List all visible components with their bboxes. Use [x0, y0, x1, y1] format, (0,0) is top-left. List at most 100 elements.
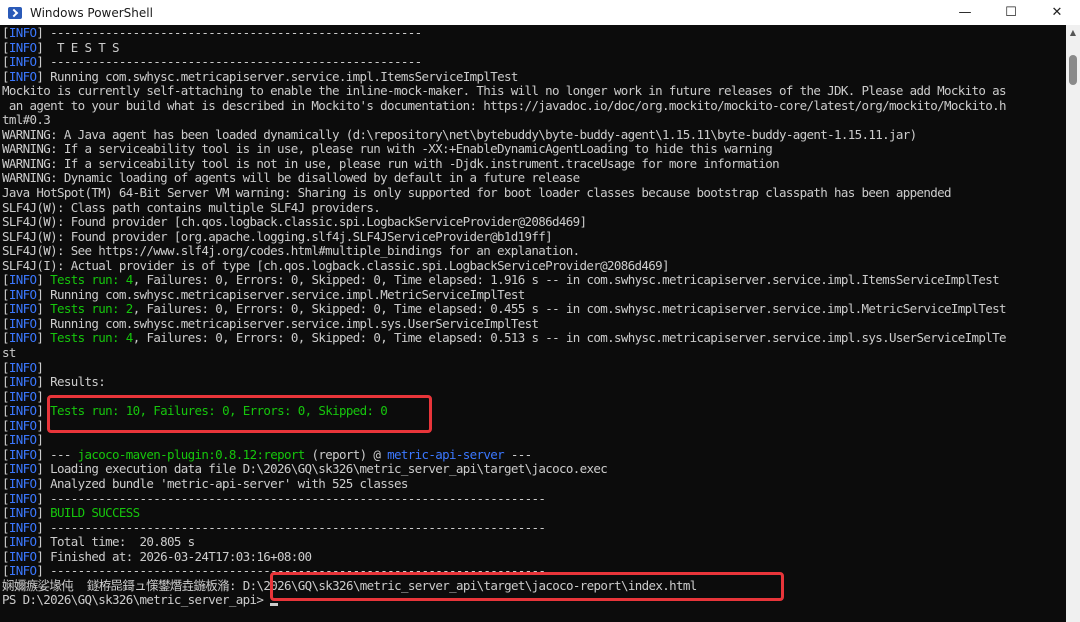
console-text: ]	[36, 388, 44, 404]
console-line: tml#0.3	[2, 113, 1006, 128]
console-line: [INFO] T E S T S	[2, 39, 1006, 56]
console-text: ]	[36, 417, 44, 433]
console-text: [	[2, 301, 10, 317]
console-text: INFO	[8, 315, 37, 331]
console-text: metric-api-server	[387, 446, 505, 462]
console-line: WARNING: A Java agent has been loaded dy…	[2, 126, 1006, 143]
console-text: [	[2, 315, 10, 331]
console-text: [	[2, 519, 10, 535]
scroll-up-arrow-icon[interactable]: ▲	[1066, 25, 1080, 39]
console-text: [	[2, 374, 10, 390]
console-text: ] Finished at: 2026-03-24T17:03:16+08:00	[36, 548, 312, 564]
console-line: SLF4J(W): Found provider [org.apache.log…	[2, 228, 1006, 245]
console-text: INFO	[8, 301, 37, 317]
console-text: Tests run: 2	[50, 301, 133, 317]
console-line: [INFO] ---------------------------------…	[2, 25, 1006, 41]
console-line: [INFO]	[2, 433, 1006, 448]
console-text: [	[2, 39, 10, 55]
console-line: WARNING: If a serviceability tool is not…	[2, 155, 1006, 172]
console-line: [INFO] Analyzed bundle 'metric-api-serve…	[2, 475, 1006, 492]
scroll-thumb[interactable]	[1069, 55, 1077, 85]
console-text: ] ---	[36, 446, 78, 462]
console-text: [	[2, 534, 10, 550]
console-text: INFO	[8, 39, 37, 55]
console-text: ]	[36, 505, 51, 521]
console-text: Tests run: 4	[50, 330, 133, 346]
console-line: [INFO] Total time: 20.805 s	[2, 534, 1006, 550]
console-line: st	[2, 345, 1006, 361]
console-text: ]	[36, 359, 44, 375]
console-line: [INFO] Running com.swhysc.metricapiserve…	[2, 286, 1006, 303]
console-line: SLF4J(W): Class path contains multiple S…	[2, 200, 1006, 216]
console-lines: [INFO] ---------------------------------…	[2, 25, 1007, 608]
console-text: ] Running com.swhysc.metricapiserver.ser…	[36, 286, 525, 302]
console-line: [INFO] ---------------------------------…	[2, 54, 1006, 70]
console-text: BUILD SUCCESS	[50, 505, 140, 521]
console-text: INFO	[8, 359, 37, 375]
console-text: ]	[36, 432, 44, 448]
console-text: ] --------------------------------------…	[36, 490, 546, 506]
console-text: ---	[503, 446, 532, 462]
console-text: [	[2, 461, 10, 477]
console-text: INFO	[8, 548, 37, 564]
console-text: [	[2, 25, 10, 40]
console-text: WARNING: If a serviceability tool is not…	[2, 155, 780, 171]
console-text: SLF4J(W): Found provider [org.apache.log…	[2, 228, 553, 244]
console-text: [	[2, 330, 10, 346]
console-line: SLF4J(W): Found provider [ch.qos.logback…	[2, 214, 1006, 230]
console-text: INFO	[8, 475, 37, 491]
console-line: an agent to your build what is described…	[2, 98, 1007, 114]
console-text: ] --------------------------------------…	[36, 519, 546, 535]
console-text: ] Running com.swhysc.metricapiserver.ser…	[36, 68, 518, 84]
console-line: [INFO]	[2, 359, 1006, 376]
console-text: jacoco-maven-plugin:0.8.12:report	[77, 446, 306, 462]
console-text: [	[2, 490, 10, 506]
console-text: , Failures: 0, Errors: 0, Skipped: 0, Ti…	[132, 301, 1007, 317]
console-text: SLF4J(W): See https://www.slf4j.org/code…	[2, 243, 580, 259]
console-text: [	[2, 563, 10, 579]
console-text: INFO	[8, 563, 37, 579]
console-text: INFO	[8, 490, 37, 506]
maximize-button[interactable]: ☐	[988, 0, 1034, 25]
minimize-button[interactable]: —	[942, 0, 988, 25]
console-line: [INFO] Loading execution data file D:\20…	[2, 462, 1006, 477]
console-text: SLF4J(W): Found provider [ch.qos.logback…	[2, 214, 587, 230]
console-text: [	[2, 475, 10, 491]
highlight-box-test-summary	[47, 395, 432, 433]
console-text: INFO	[8, 54, 37, 70]
title-bar[interactable]: Windows PowerShell — ☐ ✕	[0, 0, 1080, 25]
close-button[interactable]: ✕	[1034, 0, 1080, 25]
console-line: [INFO] Tests run: 2, Failures: 0, Errors…	[2, 301, 1007, 317]
console-line: SLF4J(W): See https://www.slf4j.org/code…	[2, 243, 1006, 259]
console-text: ] Total time: 20.805 s	[36, 534, 195, 550]
console-text: INFO	[8, 534, 37, 550]
console-line: [INFO] BUILD SUCCESS	[2, 505, 1006, 521]
console-text: [	[2, 68, 10, 84]
console-text: Java HotSpot(TM) 64-Bit Server VM warnin…	[2, 185, 951, 201]
vertical-scrollbar[interactable]: ▲	[1066, 25, 1080, 622]
console-line: Java HotSpot(TM) 64-Bit Server VM warnin…	[2, 185, 1006, 201]
console-text: tml#0.3	[2, 112, 51, 128]
powershell-window: Windows PowerShell — ☐ ✕ [INFO] --------…	[0, 0, 1080, 622]
console-line: SLF4J(I): Actual provider is of type [ch…	[2, 257, 1006, 274]
console-text: ] Analyzed bundle 'metric-api-server' wi…	[36, 475, 408, 491]
console-text: ] --------------------------------------…	[36, 25, 422, 40]
console-line: Mockito is currently self-attaching to e…	[2, 83, 1006, 99]
console-text: INFO	[8, 505, 37, 521]
console-text: [	[2, 417, 10, 433]
console-line: WARNING: If a serviceability tool is in …	[2, 142, 1006, 157]
window-title: Windows PowerShell	[30, 5, 153, 20]
console-line: [INFO] Running com.swhysc.metricapiserve…	[2, 68, 1006, 85]
console-text: INFO	[8, 432, 37, 448]
window-controls: — ☐ ✕	[942, 0, 1080, 25]
console-text: [	[2, 388, 10, 404]
highlight-box-report-path	[270, 572, 784, 601]
console-text: INFO	[8, 446, 37, 462]
console-text: WARNING: A Java agent has been loaded dy…	[2, 126, 917, 142]
console-text: , Failures: 0, Errors: 0, Skipped: 0, Ti…	[132, 272, 1000, 288]
console-text: INFO	[8, 272, 37, 288]
console-output[interactable]: [INFO] ---------------------------------…	[0, 25, 1066, 622]
console-line: [INFO] Results:	[2, 374, 1006, 390]
console-text: SLF4J(I): Actual provider is of type [ch…	[2, 257, 670, 273]
console-text: ]	[36, 301, 51, 317]
